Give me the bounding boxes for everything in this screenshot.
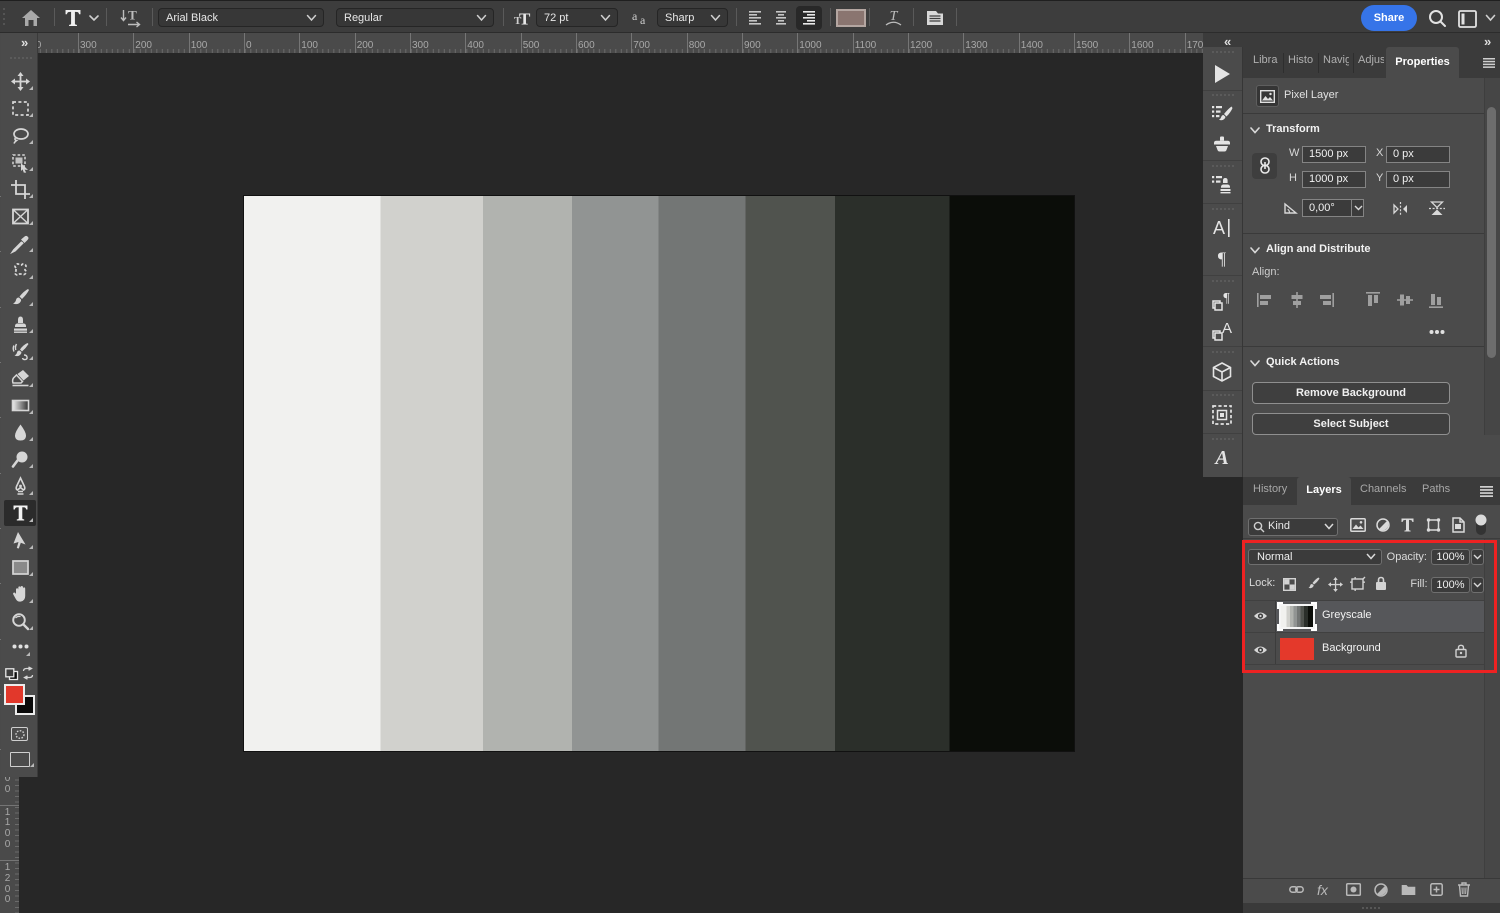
svg-text:a: a (640, 13, 646, 27)
svg-text:a: a (632, 9, 638, 23)
svg-text:T: T (128, 8, 137, 23)
svg-text:A: A (1213, 447, 1228, 469)
svg-text:¶: ¶ (1218, 249, 1226, 269)
svg-text:¶: ¶ (1223, 291, 1230, 306)
svg-text:T: T (519, 10, 531, 29)
svg-text:A: A (1222, 320, 1232, 337)
svg-text:A: A (1213, 218, 1225, 238)
